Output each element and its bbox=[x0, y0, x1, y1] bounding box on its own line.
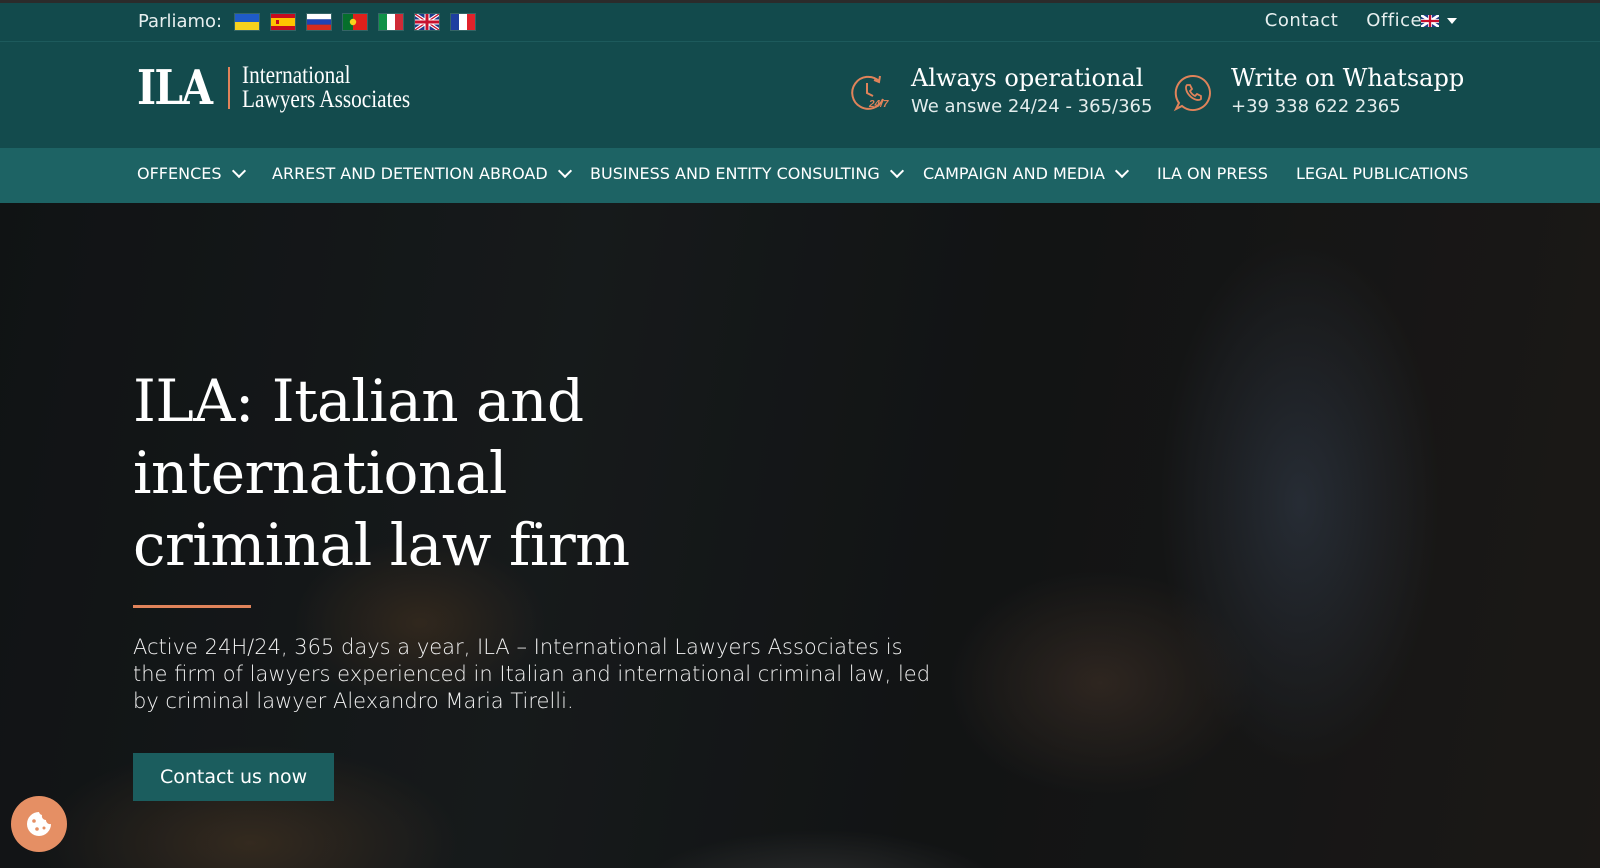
language-flags bbox=[235, 14, 475, 30]
logo-mark: ILA bbox=[137, 60, 213, 116]
nav-item-label: BUSINESS AND ENTITY CONSULTING bbox=[590, 164, 880, 183]
operational-subtitle: We answe 24/24 - 365/365 bbox=[911, 96, 1153, 117]
clock-24-7-icon: 24/7 bbox=[851, 75, 889, 110]
logo-divider bbox=[228, 67, 231, 109]
nav-item-label: CAMPAIGN AND MEDIA bbox=[923, 164, 1105, 183]
italy-flag-icon[interactable] bbox=[379, 14, 403, 30]
nav-item-label: ARREST AND DETENTION ABROAD bbox=[272, 164, 548, 183]
logo-wordmark: International Lawyers Associates bbox=[242, 62, 411, 113]
whatsapp-info[interactable]: Write on Whatsapp +39 338 622 2365 bbox=[1173, 63, 1464, 117]
top-bar: Parliamo: Contact Offices bbox=[0, 3, 1600, 42]
nav-item-label: ILA ON PRESS bbox=[1157, 164, 1268, 183]
chevron-down-icon bbox=[1114, 163, 1129, 179]
chevron-down-icon bbox=[231, 163, 246, 179]
nav-item-legal-publications[interactable]: LEGAL PUBLICATIONS bbox=[1296, 164, 1468, 183]
russia-flag-icon[interactable] bbox=[307, 14, 331, 30]
whatsapp-icon bbox=[1173, 74, 1211, 112]
nav-item-arrest-detention[interactable]: ARREST AND DETENTION ABROAD bbox=[272, 163, 572, 183]
language-selector[interactable] bbox=[1421, 15, 1457, 27]
hero-title: ILA: Italian and international criminal … bbox=[133, 365, 953, 581]
nav-item-offences[interactable]: OFFENCES bbox=[137, 163, 246, 183]
france-flag-icon[interactable] bbox=[451, 14, 475, 30]
nav-item-label: LEGAL PUBLICATIONS bbox=[1296, 164, 1469, 183]
hero-section: ILA: Italian and international criminal … bbox=[0, 203, 1600, 868]
languages-label: Parliamo: bbox=[138, 11, 223, 32]
logo-line-1: International bbox=[242, 62, 352, 89]
nav-item-ila-on-press[interactable]: ILA ON PRESS bbox=[1157, 164, 1268, 183]
contact-us-button[interactable]: Contact us now bbox=[133, 753, 335, 801]
hero-title-line-1: ILA: Italian and international bbox=[133, 367, 584, 507]
uk-flag-icon bbox=[1421, 15, 1439, 27]
operational-title: Always operational bbox=[911, 64, 1144, 92]
nav-item-business-consulting[interactable]: BUSINESS AND ENTITY CONSULTING bbox=[590, 163, 904, 183]
svg-text:24/7: 24/7 bbox=[868, 99, 889, 110]
hero-content: ILA: Italian and international criminal … bbox=[133, 365, 953, 801]
cookie-settings-button[interactable] bbox=[11, 796, 67, 852]
nav-item-campaign-media[interactable]: CAMPAIGN AND MEDIA bbox=[923, 163, 1129, 183]
main-navigation: OFFENCES ARREST AND DETENTION ABROAD BUS… bbox=[0, 148, 1600, 203]
whatsapp-phone[interactable]: +39 338 622 2365 bbox=[1231, 96, 1464, 117]
contact-link[interactable]: Contact bbox=[1265, 10, 1339, 31]
hero-accent-rule bbox=[133, 605, 251, 608]
ukraine-flag-icon[interactable] bbox=[235, 14, 259, 30]
top-links: Contact Offices bbox=[1265, 10, 1432, 31]
chevron-down-icon bbox=[557, 163, 572, 179]
logo-line-2: Lawyers Associates bbox=[242, 86, 411, 113]
hero-title-line-2: criminal law firm bbox=[133, 511, 630, 579]
nav-item-label: OFFENCES bbox=[137, 164, 222, 183]
portugal-flag-icon[interactable] bbox=[343, 14, 367, 30]
uk-flag-icon[interactable] bbox=[415, 14, 439, 30]
always-operational-info: 24/7 Always operational We answe 24/24 -… bbox=[849, 63, 1152, 117]
site-header: ILA International Lawyers Associates 24/… bbox=[0, 42, 1600, 148]
spain-flag-icon[interactable] bbox=[271, 14, 295, 30]
whatsapp-title: Write on Whatsapp bbox=[1231, 64, 1465, 92]
cookie-icon bbox=[27, 812, 51, 836]
caret-down-icon bbox=[1447, 18, 1457, 24]
hero-description: Active 24H/24, 365 days a year, ILA – In… bbox=[133, 635, 931, 713]
chevron-down-icon bbox=[889, 163, 904, 179]
site-logo[interactable]: ILA International Lawyers Associates bbox=[137, 60, 440, 116]
